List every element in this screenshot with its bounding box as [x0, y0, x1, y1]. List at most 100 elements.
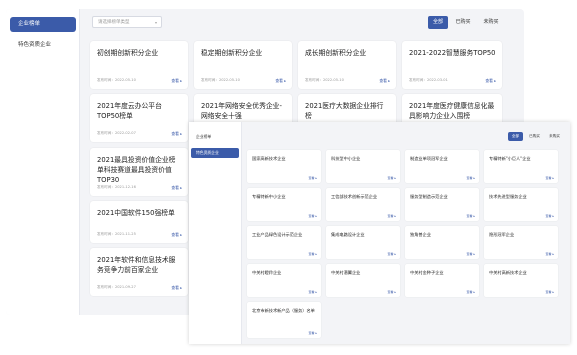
chevron-right-icon: ▸: [473, 252, 475, 256]
chevron-right-icon: ▸: [315, 290, 317, 294]
filter-purchased[interactable]: 已购买: [452, 16, 474, 29]
view-button[interactable]: 查看 ▸: [388, 290, 397, 294]
view-button[interactable]: 查看 ▸: [467, 290, 476, 294]
view-button[interactable]: 查看 ▸: [309, 176, 318, 180]
qualification-card[interactable]: 服务型制造示范企业 查看 ▸: [405, 188, 479, 221]
date-prefix: 发布时间：: [409, 78, 427, 82]
sidebar-item-rankings[interactable]: 企业榜单: [191, 132, 239, 142]
date-value: 2021-11-25: [114, 232, 136, 236]
view-button[interactable]: 查看 ▸: [171, 285, 182, 291]
view-button[interactable]: 查看 ▸: [388, 252, 397, 256]
ranking-card[interactable]: 2021-2022智慧服务TOP50 发布时间：2022-03-01 查看 ▸: [402, 41, 502, 89]
chevron-right-icon: ▸: [394, 252, 396, 256]
chevron-right-icon: ▸: [180, 132, 182, 136]
date-prefix: 发布时间：: [305, 78, 323, 82]
qualification-card[interactable]: 科技型中小企业查看 ▸: [326, 150, 400, 183]
view-button[interactable]: 查看 ▸: [467, 252, 476, 256]
date-prefix: 发布时间：: [97, 232, 115, 236]
chevron-right-icon: ▸: [552, 252, 554, 256]
card-title: 成长期创新积分企业: [305, 49, 367, 57]
qualification-card[interactable]: 中关村高新技术企业 查看 ▸: [484, 264, 558, 297]
date-prefix: 发布时间：: [97, 285, 115, 289]
filter-all[interactable]: 全部: [428, 16, 448, 29]
sidebar-item-qualified[interactable]: 特色资质企业: [191, 148, 239, 158]
filter-purchased[interactable]: 已购买: [526, 132, 543, 141]
card-title: 2021-2022智慧服务TOP50: [409, 49, 496, 57]
filter-all[interactable]: 全部: [508, 132, 523, 141]
view-button[interactable]: 查看 ▸: [467, 176, 476, 180]
card-title: 隐形冠军企业: [489, 232, 515, 237]
view-button[interactable]: 查看 ▸: [546, 176, 555, 180]
chevron-right-icon: ▸: [473, 290, 475, 294]
qualification-card[interactable]: 中关村金种子企业 查看 ▸: [405, 264, 479, 297]
qualification-card[interactable]: 技术先进型服务企业 查看 ▸: [484, 188, 558, 221]
ranking-card[interactable]: 2021年软件和信息技术服务竞争力前百家企业 发布时间：2021-09-27 查…: [90, 248, 188, 296]
card-title: 科技型中小企业: [331, 156, 361, 161]
qualification-card[interactable]: 中关村潜翼企业 查看 ▸: [326, 264, 400, 297]
view-button[interactable]: 查看 ▸: [546, 252, 555, 256]
ranking-card[interactable]: 2021年度云办公平台TOP50榜单 发布时间：2022-02-07 查看 ▸: [90, 94, 188, 142]
view-label: 查看: [466, 176, 473, 180]
ranking-card[interactable]: 稳定期创新积分企业 发布时间：2022-05-10 查看 ▸: [194, 41, 292, 89]
sidebar-item-qualified[interactable]: 特色资质企业: [10, 38, 76, 53]
view-button[interactable]: 查看 ▸: [546, 214, 555, 218]
qualification-card[interactable]: 专精特新中小企业查看 ▸: [247, 188, 321, 221]
qualification-card[interactable]: 工业产品绿色设计示范企业 查看 ▸: [247, 226, 321, 259]
chevron-right-icon: ▸: [315, 214, 317, 218]
chevron-right-icon: ▸: [394, 290, 396, 294]
card-date: 发布时间：2021-12-16: [97, 185, 136, 190]
card-title: 北京市新技术新产品（服务）名单: [252, 308, 315, 313]
card-title: 专精特新中小企业: [252, 194, 286, 199]
ranking-card[interactable]: 初创期创新积分企业 发布时间：2022-05-10 查看 ▸: [90, 41, 188, 89]
view-button[interactable]: 查看 ▸: [388, 214, 397, 218]
view-button[interactable]: 查看 ▸: [171, 78, 182, 84]
view-button[interactable]: 查看 ▸: [388, 176, 397, 180]
select-placeholder: 请选择榜单类型: [98, 20, 130, 25]
view-button[interactable]: 查看 ▸: [171, 131, 182, 137]
chevron-right-icon: ▸: [494, 79, 496, 83]
date-value: 2022-03-01: [426, 78, 448, 82]
view-label: 查看: [308, 214, 315, 218]
qualification-card[interactable]: 工信部技术创新示范企业 查看 ▸: [326, 188, 400, 221]
view-button[interactable]: 查看 ▸: [275, 78, 286, 84]
view-button[interactable]: 查看 ▸: [546, 290, 555, 294]
card-title: 2021年度云办公平台TOP50榜单: [97, 102, 162, 120]
filter-unpurchased[interactable]: 未购买: [546, 132, 563, 141]
filter-unpurchased[interactable]: 未购买: [480, 16, 502, 29]
date-value: 2021-12-16: [114, 185, 136, 189]
date-value: 2022-05-10: [218, 78, 240, 82]
qualification-card[interactable]: 中关村瞪羚企业 查看 ▸: [247, 264, 321, 297]
qualification-card[interactable]: 制造业单项冠军企业 查看 ▸: [405, 150, 479, 183]
qualification-card[interactable]: 国家高新技术企业 查看 ▸: [247, 150, 321, 183]
sidebar-item-rankings[interactable]: 企业榜单: [10, 17, 76, 32]
ranking-type-select[interactable]: 请选择榜单类型 ▾: [92, 16, 162, 28]
view-label: 查看: [485, 78, 493, 83]
view-button[interactable]: 查看 ▸: [309, 214, 318, 218]
chevron-right-icon: ▸: [315, 331, 317, 335]
card-title: 2021医疗大数据企业排行榜: [305, 102, 384, 120]
ranking-card[interactable]: 2021最具投资价值企业榜单科技赛道最具投资价值TOP30 发布时间：2021-…: [90, 148, 188, 196]
date-prefix: 发布时间：: [97, 131, 115, 135]
qualification-card[interactable]: 北京市新技术新产品（服务）名单查看 ▸: [247, 302, 321, 338]
view-button[interactable]: 查看 ▸: [485, 78, 496, 84]
view-button[interactable]: 查看 ▸: [309, 252, 318, 256]
qualification-card[interactable]: 专精特新"小巨人"企业 查看 ▸: [484, 150, 558, 183]
view-label: 查看: [545, 214, 552, 218]
date-value: 2021-09-27: [114, 285, 136, 289]
card-title: 独角兽企业: [410, 232, 431, 237]
ranking-card[interactable]: 2021中国软件150强榜单 发布时间：2021-11-25 查看 ▸: [90, 201, 188, 243]
view-label: 查看: [387, 214, 394, 218]
qualification-card[interactable]: 隐形冠军企业查看 ▸: [484, 226, 558, 259]
view-button[interactable]: 查看 ▸: [309, 331, 318, 335]
view-button[interactable]: 查看 ▸: [171, 232, 182, 238]
ranking-card[interactable]: 成长期创新积分企业 发布时间：2022-05-10 查看 ▸: [298, 41, 396, 89]
view-label: 查看: [171, 285, 179, 290]
view-button[interactable]: 查看 ▸: [467, 214, 476, 218]
view-label: 查看: [171, 78, 179, 83]
view-label: 查看: [466, 252, 473, 256]
view-button[interactable]: 查看 ▸: [171, 185, 182, 191]
qualification-card[interactable]: 集成电路设计企业 查看 ▸: [326, 226, 400, 259]
view-button[interactable]: 查看 ▸: [309, 290, 318, 294]
view-button[interactable]: 查看 ▸: [379, 78, 390, 84]
qualification-card[interactable]: 独角兽企业查看 ▸: [405, 226, 479, 259]
